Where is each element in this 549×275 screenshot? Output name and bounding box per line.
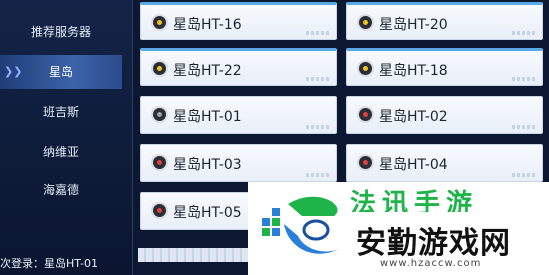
card-decoration [306, 173, 330, 177]
server-card[interactable]: 星岛HT-02 [346, 96, 543, 134]
card-decoration [512, 173, 536, 177]
server-card[interactable]: 星岛HT-18 [346, 48, 543, 86]
server-card[interactable]: 星岛HT-04 [346, 144, 543, 182]
status-dot-icon [359, 62, 372, 75]
card-decoration [306, 77, 330, 81]
card-decoration [512, 125, 536, 129]
sidebar-item-haijiade[interactable]: 海嘉德 [0, 173, 122, 207]
region-sidebar: 推荐服务器 ❯❯ 星岛 班吉斯 纳维亚 海嘉德 [0, 0, 133, 275]
status-dot-icon [153, 108, 166, 121]
card-decoration [512, 77, 536, 81]
sidebar-item-label: 星岛 [48, 65, 73, 79]
status-dot-icon [153, 156, 166, 169]
server-card[interactable]: 星岛HT-20 [346, 2, 543, 40]
sidebar-item-label: 海嘉德 [42, 183, 79, 197]
server-name: 星岛HT-02 [379, 109, 448, 125]
server-card[interactable]: 星岛HT-01 [140, 96, 337, 134]
sidebar-item-banjisi[interactable]: 班吉斯 [0, 95, 122, 129]
status-dot-icon [153, 16, 166, 29]
card-decoration [306, 125, 330, 129]
status-dot-icon [359, 108, 372, 121]
watermark-site-name: 安勤游戏网 [356, 226, 511, 261]
server-card[interactable]: 星岛HT-22 [140, 48, 337, 86]
list-scroll-strip [138, 248, 248, 262]
server-name: 星岛HT-04 [379, 157, 448, 173]
sidebar-item-naweiya[interactable]: 纳维亚 [0, 135, 122, 169]
watermark-top-text: 法讯手游 [350, 189, 479, 212]
server-name: 星岛HT-22 [173, 63, 242, 79]
status-dot-icon [153, 204, 166, 217]
server-name: 星岛HT-05 [173, 205, 242, 221]
last-login-text: 次登录：星岛HT-01 [0, 257, 98, 270]
sidebar-item-xingdao[interactable]: ❯❯ 星岛 [0, 55, 122, 89]
server-card[interactable]: 星岛HT-16 [140, 2, 337, 40]
sidebar-item-label: 纳维亚 [42, 145, 79, 159]
sidebar-item-label: 推荐服务器 [30, 25, 91, 39]
server-name: 星岛HT-01 [173, 109, 242, 125]
server-card[interactable]: 星岛HT-03 [140, 144, 337, 182]
chevron-right-icon: ❯❯ [4, 65, 23, 78]
card-decoration [306, 31, 330, 35]
card-decoration [512, 31, 536, 35]
watermark-logo-icon [262, 196, 344, 254]
watermark-url: www.hzaccw.com [380, 258, 482, 269]
sidebar-item-recommended[interactable]: 推荐服务器 [0, 15, 122, 49]
sidebar-item-label: 班吉斯 [42, 105, 79, 119]
server-name: 星岛HT-03 [173, 157, 242, 173]
status-dot-icon [359, 156, 372, 169]
server-name: 星岛HT-20 [379, 17, 448, 33]
status-dot-icon [359, 16, 372, 29]
watermark: 法讯手游 安勤游戏网 www.hzaccw.com [248, 182, 549, 275]
server-name: 星岛HT-16 [173, 17, 242, 33]
server-name: 星岛HT-18 [379, 63, 448, 79]
status-dot-icon [153, 62, 166, 75]
